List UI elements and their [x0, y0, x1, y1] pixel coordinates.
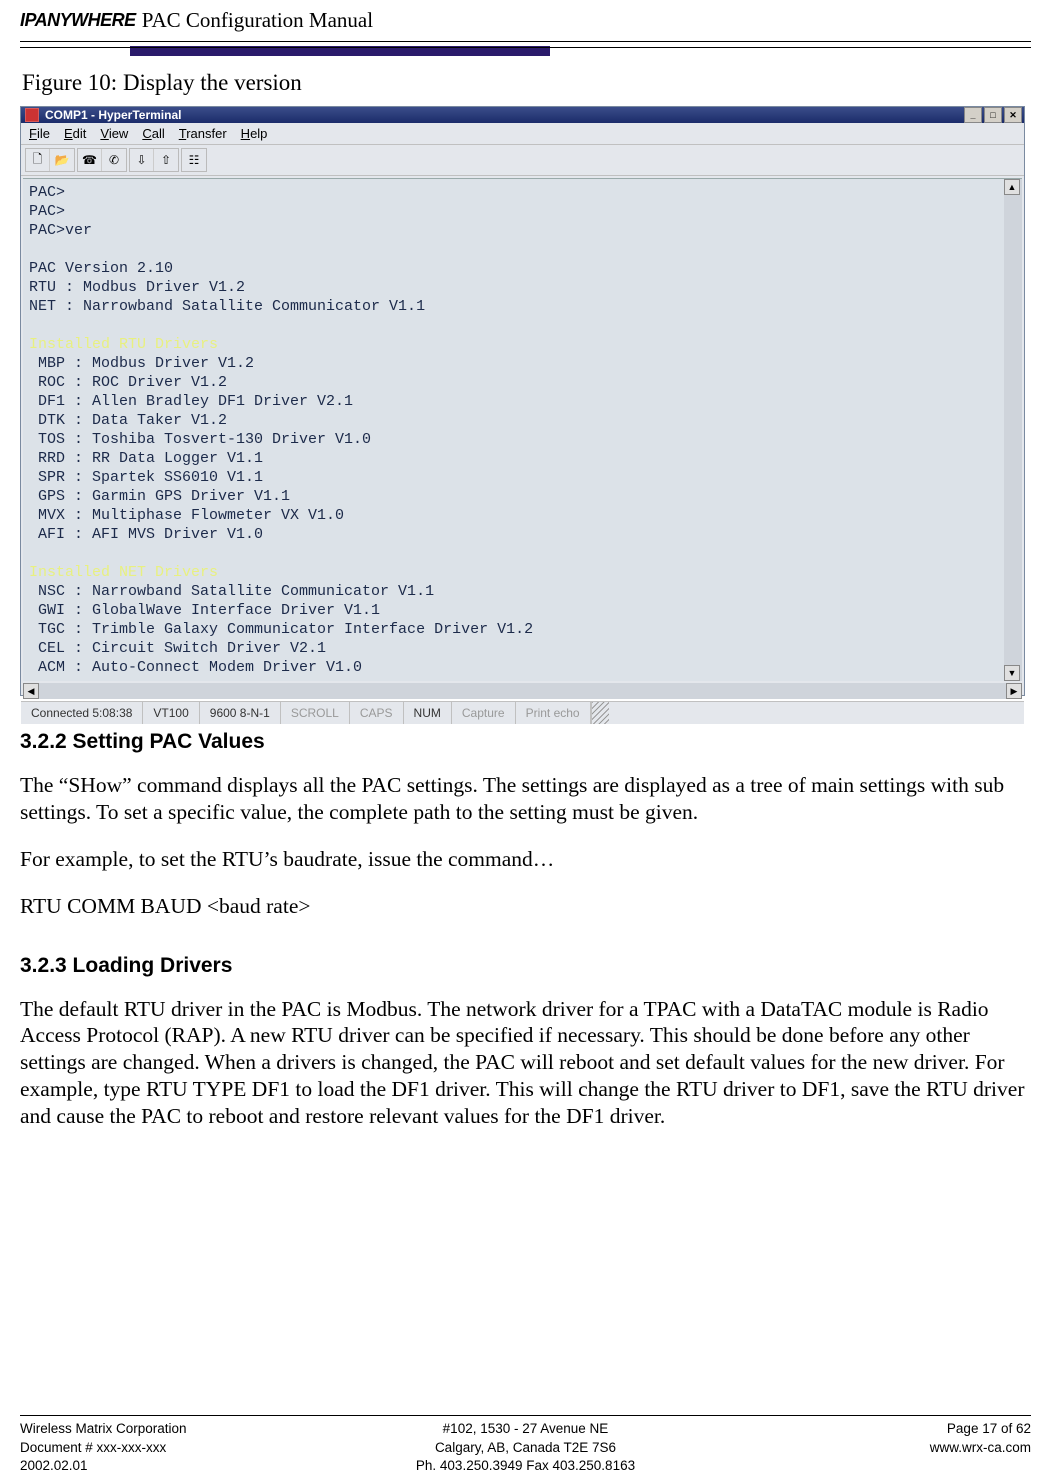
maximize-icon[interactable]: □	[984, 107, 1002, 123]
footer-doc: Document # xxx-xxx-xxx	[20, 1439, 357, 1457]
menu-view[interactable]: View	[100, 126, 128, 141]
status-num: NUM	[404, 702, 452, 724]
send-icon[interactable]: ⇩	[130, 149, 154, 171]
terminal-window: COMP1 - HyperTerminal _ □ ✕ File Edit Vi…	[20, 106, 1025, 696]
footer-addr2: Calgary, AB, Canada T2E 7S6	[357, 1439, 694, 1457]
footer-phone: Ph. 403.250.3949 Fax 403.250.8163	[357, 1457, 694, 1475]
title-bar[interactable]: COMP1 - HyperTerminal _ □ ✕	[21, 107, 1024, 123]
header-title: PAC Configuration Manual	[142, 8, 373, 33]
window-title: COMP1 - HyperTerminal	[45, 108, 964, 122]
paragraph-322-3: RTU COMM BAUD <baud rate>	[20, 893, 1031, 920]
scroll-right-icon[interactable]: ▶	[1006, 683, 1022, 699]
footer-addr1: #102, 1530 - 27 Avenue NE	[357, 1420, 694, 1438]
status-settings: 9600 8-N-1	[200, 702, 281, 724]
new-file-icon[interactable]: 🗋	[26, 149, 50, 171]
page-footer: Wireless Matrix Corporation Document # x…	[20, 1415, 1031, 1475]
open-icon[interactable]: 📂	[50, 149, 74, 171]
scroll-track-h[interactable]	[39, 683, 1006, 699]
rule-top	[20, 41, 1031, 42]
header-rules	[0, 41, 1051, 48]
horizontal-scrollbar[interactable]: ◀ ▶	[23, 683, 1022, 699]
page-header: IPANYWHERE PAC Configuration Manual	[0, 0, 1051, 37]
scroll-up-icon[interactable]: ▲	[1004, 179, 1020, 195]
vertical-scrollbar[interactable]: ▲ ▼	[1004, 179, 1022, 681]
paragraph-322-2: For example, to set the RTU’s baudrate, …	[20, 846, 1031, 873]
status-connected: Connected 5:08:38	[21, 702, 143, 724]
resize-grip-icon[interactable]	[591, 702, 609, 724]
footer-date: 2002.02.01	[20, 1457, 357, 1475]
paragraph-323-1: The default RTU driver in the PAC is Mod…	[20, 996, 1031, 1130]
close-icon[interactable]: ✕	[1004, 107, 1022, 123]
scroll-down-icon[interactable]: ▼	[1004, 665, 1020, 681]
footer-page: Page 17 of 62	[694, 1420, 1031, 1438]
figure-caption: Figure 10: Display the version	[22, 70, 1031, 96]
logo: IPANYWHERE	[20, 10, 136, 31]
paragraph-322-1: The “SHow” command displays all the PAC …	[20, 772, 1031, 826]
menu-edit[interactable]: Edit	[64, 126, 86, 141]
receive-icon[interactable]: ⇧	[154, 149, 178, 171]
scroll-track[interactable]	[1004, 195, 1022, 665]
menu-help[interactable]: Help	[241, 126, 268, 141]
status-scroll: SCROLL	[281, 702, 350, 724]
connect-icon[interactable]: ☎	[78, 149, 102, 171]
status-printecho: Print echo	[516, 702, 591, 724]
menu-call[interactable]: Call	[142, 126, 164, 141]
menu-transfer[interactable]: Transfer	[179, 126, 227, 141]
heading-323: 3.2.3 Loading Drivers	[20, 954, 1031, 978]
status-emulation: VT100	[143, 702, 199, 724]
scroll-left-icon[interactable]: ◀	[23, 683, 39, 699]
menu-bar: File Edit View Call Transfer Help	[21, 123, 1024, 145]
heading-322: 3.2.2 Setting PAC Values	[20, 730, 1031, 754]
status-bar: Connected 5:08:38 VT100 9600 8-N-1 SCROL…	[21, 701, 1024, 724]
menu-file-rest: ile	[37, 126, 50, 141]
properties-icon[interactable]: ☷	[182, 149, 206, 171]
footer-url: www.wrx-ca.com	[694, 1439, 1031, 1457]
toolbar: 🗋 📂 ☎ ✆ ⇩ ⇧ ☷	[21, 145, 1024, 176]
status-caps: CAPS	[350, 702, 404, 724]
app-icon	[25, 108, 39, 122]
disconnect-icon[interactable]: ✆	[102, 149, 126, 171]
terminal-output[interactable]: PAC> PAC> PAC>ver PAC Version 2.10 RTU :…	[23, 179, 1004, 681]
status-capture: Capture	[452, 702, 516, 724]
menu-file[interactable]: File	[29, 126, 50, 141]
minimize-icon[interactable]: _	[964, 107, 982, 123]
footer-company: Wireless Matrix Corporation	[20, 1420, 357, 1438]
